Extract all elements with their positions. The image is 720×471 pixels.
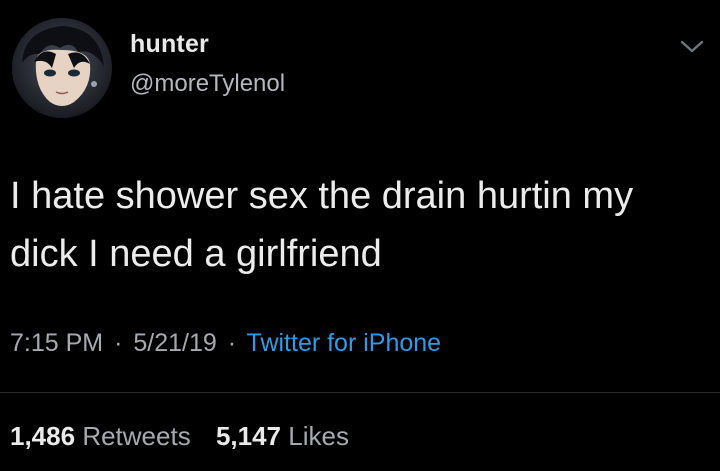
tweet-text: I hate shower sex the drain hurtin my di… (10, 175, 634, 275)
profile-avatar[interactable] (12, 18, 112, 118)
display-name[interactable]: hunter (130, 30, 209, 59)
tweet-source-link[interactable]: Twitter for iPhone (247, 329, 442, 357)
tweet-time[interactable]: 7:15 PM (10, 329, 103, 357)
likes-stat[interactable]: 5,147 Likes (216, 421, 367, 451)
chevron-down-icon[interactable] (679, 36, 705, 56)
tweet-card: hunter @moreTylenol I hate shower sex th… (0, 0, 720, 471)
tweet-stats: 1,486 Retweets 5,147 Likes (10, 421, 367, 452)
retweets-count: 1,486 (10, 421, 76, 451)
tweet-date[interactable]: 5/21/19 (133, 329, 216, 357)
separator-dot: · (114, 329, 123, 357)
divider (0, 392, 720, 393)
tweet-metadata: 7:15 PM · 5/21/19 · Twitter for iPhone (10, 329, 441, 358)
likes-label: Likes (288, 421, 349, 451)
separator-dot: · (227, 329, 237, 357)
retweets-label: Retweets (82, 421, 191, 451)
retweets-stat[interactable]: 1,486 Retweets (10, 421, 216, 451)
avatar-illustration (12, 18, 112, 118)
likes-count: 5,147 (215, 421, 282, 451)
user-handle[interactable]: @moreTylenol (130, 70, 285, 98)
